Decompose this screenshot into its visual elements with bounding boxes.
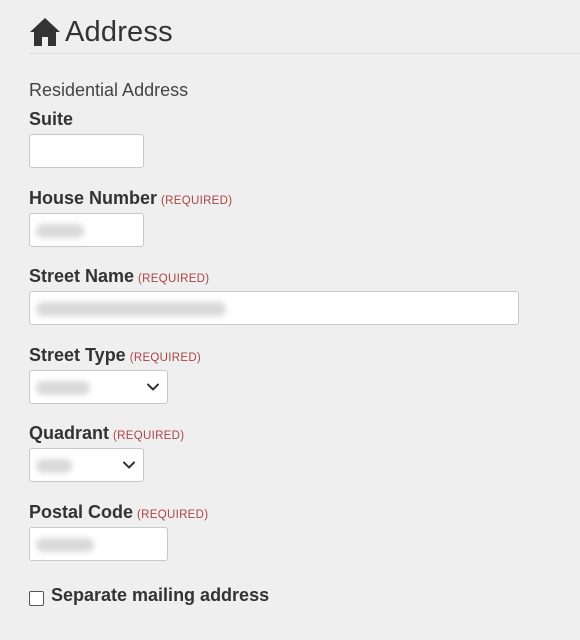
postal-code-label: Postal Code (REQUIRED): [29, 502, 209, 522]
mailing-address-label[interactable]: Separate mailing address: [51, 585, 269, 606]
suite-label: Suite: [29, 109, 74, 129]
suite-field[interactable]: [29, 134, 144, 168]
house-number-label: House Number (REQUIRED): [29, 188, 233, 208]
street-name-label: Street Name (REQUIRED): [29, 266, 210, 286]
home-icon: [29, 17, 61, 47]
page-header: Address: [29, 12, 173, 52]
required-tag: (REQUIRED): [161, 195, 233, 207]
quadrant-select[interactable]: [29, 448, 144, 482]
redacted-value: [36, 224, 84, 238]
street-type-select[interactable]: [29, 370, 168, 404]
required-tag: (REQUIRED): [137, 509, 209, 521]
redacted-value: [36, 381, 90, 395]
redacted-value: [36, 459, 72, 473]
street-type-label: Street Type (REQUIRED): [29, 345, 202, 365]
header-divider: [29, 53, 580, 54]
street-name-field[interactable]: [29, 291, 519, 325]
postal-code-field[interactable]: [29, 527, 168, 561]
house-number-field[interactable]: [29, 213, 144, 247]
mailing-address-option[interactable]: Separate mailing address: [29, 585, 269, 606]
quadrant-label: Quadrant (REQUIRED): [29, 423, 185, 443]
redacted-value: [36, 302, 226, 316]
required-tag: (REQUIRED): [129, 352, 202, 364]
page-title: Address: [65, 15, 173, 48]
redacted-value: [36, 538, 94, 552]
mailing-address-checkbox[interactable]: [29, 591, 44, 606]
required-tag: (REQUIRED): [138, 273, 210, 285]
required-tag: (REQUIRED): [113, 430, 185, 442]
chevron-down-icon: [123, 461, 135, 469]
section-label: Residential Address: [29, 80, 189, 100]
chevron-down-icon: [147, 383, 159, 391]
